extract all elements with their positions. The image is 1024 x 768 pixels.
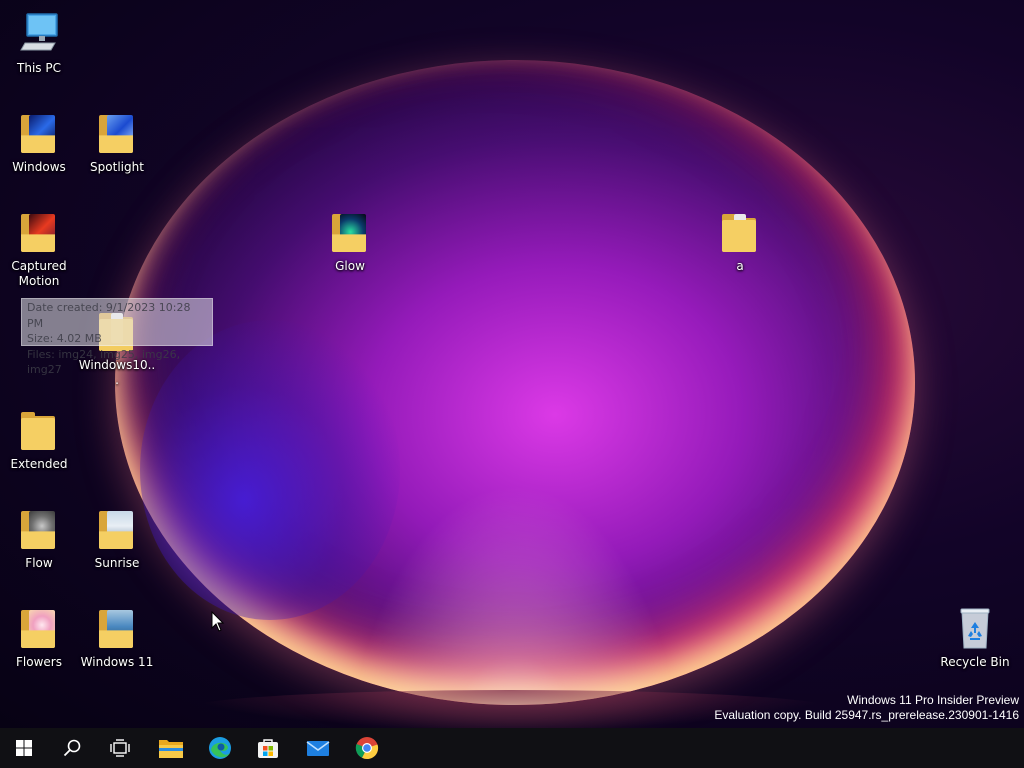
folder-icon — [15, 208, 63, 256]
evaluation-watermark: Windows 11 Pro Insider Preview Evaluatio… — [714, 693, 1019, 723]
recycle-bin-icon — [951, 604, 999, 652]
desktop-icon-label: Spotlight — [90, 160, 144, 174]
desktop-icon-spotlight[interactable]: Spotlight — [78, 109, 156, 175]
desktop-icon-label: Flowers — [16, 655, 62, 669]
folder-icon — [93, 109, 141, 157]
desktop-icon-label: a — [736, 259, 744, 273]
tooltip-size: Size: 4.02 MB — [27, 332, 102, 345]
file-explorer-button[interactable] — [146, 728, 194, 768]
desktop-icon-windows-11[interactable]: Windows 11 — [78, 604, 156, 670]
desktop-icon-windows[interactable]: Windows — [0, 109, 78, 175]
folder-icon — [326, 208, 374, 256]
desktop-icon-recycle-bin[interactable]: Recycle Bin — [936, 604, 1014, 670]
desktop-icon-label: Recycle Bin — [940, 655, 1010, 669]
store-button[interactable] — [244, 728, 292, 768]
store-icon — [256, 736, 280, 760]
start-button[interactable] — [0, 728, 48, 768]
desktop-icon-this-pc[interactable]: This PC — [0, 10, 78, 76]
task-view-icon — [108, 736, 132, 760]
tooltip-files: Files: img24, img25, img26, img27 — [27, 347, 181, 377]
folder-tooltip: Date created: 9/1/2023 10:28 PM Size: 4.… — [21, 298, 213, 376]
folder-icon — [15, 505, 63, 553]
tooltip-date-created: Date created: 9/1/2023 10:28 PM — [27, 301, 191, 330]
windows-logo-icon — [12, 736, 36, 760]
taskbar — [0, 728, 1024, 768]
chrome-icon — [355, 736, 379, 760]
desktop-icon-label: Captured Motion — [11, 259, 67, 288]
desktop-icon-extended[interactable]: Extended — [0, 406, 78, 472]
desktop-icon-captured-motion[interactable]: Captured Motion — [0, 208, 78, 289]
desktop-icon-label: This PC — [17, 61, 61, 75]
watermark-line-2: Evaluation copy. Build 25947.rs_prerelea… — [714, 708, 1019, 722]
folder-icon — [15, 604, 63, 652]
mail-button[interactable] — [294, 728, 342, 768]
wallpaper-orb-rim — [115, 60, 915, 705]
file-explorer-icon — [158, 736, 183, 760]
desktop-icon-sunrise[interactable]: Sunrise — [78, 505, 156, 571]
folder-icon — [15, 109, 63, 157]
desktop-icon-flow[interactable]: Flow — [0, 505, 78, 571]
task-view-button[interactable] — [96, 728, 144, 768]
folder-icon — [93, 604, 141, 652]
desktop-icon-label: Glow — [335, 259, 365, 273]
desktop-icon-label: Extended — [10, 457, 68, 471]
edge-icon — [208, 736, 232, 760]
desktop-icon-label: Windows 11 — [80, 655, 154, 669]
folder-icon — [716, 208, 764, 256]
watermark-line-1: Windows 11 Pro Insider Preview — [847, 693, 1019, 707]
desktop-icon-flowers[interactable]: Flowers — [0, 604, 78, 670]
desktop-icon-a[interactable]: a — [701, 208, 779, 274]
desktop-icon-label: Flow — [25, 556, 53, 570]
desktop-icon-label: Sunrise — [94, 556, 140, 570]
search-button[interactable] — [48, 728, 96, 768]
search-icon — [60, 736, 84, 760]
mouse-pointer-icon — [211, 610, 225, 637]
computer-icon — [15, 10, 63, 58]
folder-icon — [15, 406, 63, 454]
edge-button[interactable] — [196, 728, 244, 768]
desktop-icon-label: Windows — [12, 160, 66, 174]
folder-icon — [93, 505, 141, 553]
chrome-button[interactable] — [343, 728, 391, 768]
mail-icon — [306, 736, 330, 760]
desktop-icon-glow[interactable]: Glow — [311, 208, 389, 274]
